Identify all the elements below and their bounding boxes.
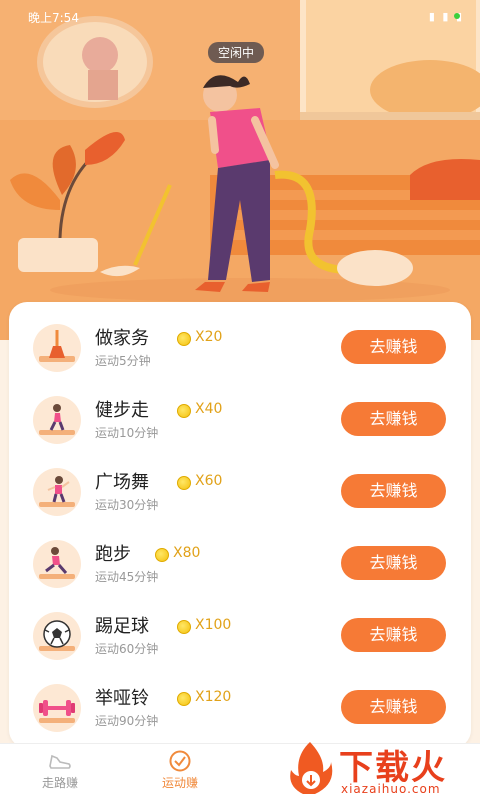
broom-icon — [33, 324, 81, 372]
task-row: 做家务 运动5分钟 X20 去赚钱 — [9, 312, 471, 384]
nav-tab-walk[interactable]: 走路赚 — [0, 744, 120, 800]
task-reward: X120 — [195, 689, 232, 705]
dumbbell-icon — [33, 684, 81, 732]
task-list-card: 做家务 运动5分钟 X20 去赚钱 健步走 运动10分钟 X40 去赚钱 广场舞… — [9, 302, 471, 748]
task-title: 跑步 — [95, 544, 131, 565]
task-row: 健步走 运动10分钟 X40 去赚钱 — [9, 384, 471, 456]
earn-button[interactable]: 去赚钱 — [341, 330, 446, 364]
task-reward: X60 — [195, 473, 223, 489]
task-row: 举哑铃 运动90分钟 X120 去赚钱 — [9, 672, 471, 744]
shoe-icon — [49, 754, 71, 769]
earn-button[interactable]: 去赚钱 — [341, 690, 446, 724]
task-title: 举哑铃 — [95, 688, 149, 709]
task-duration: 运动45分钟 — [95, 570, 159, 584]
nav-label: 运动赚 — [161, 776, 198, 790]
coin-icon — [155, 548, 169, 562]
task-row: 踢足球 运动60分钟 X100 去赚钱 — [9, 600, 471, 672]
battery-indicator — [454, 13, 460, 19]
task-reward: X80 — [173, 545, 201, 561]
nav-label: 走路赚 — [41, 776, 78, 790]
flame-logo-icon — [290, 742, 333, 794]
task-row: 跑步 运动45分钟 X80 去赚钱 — [9, 528, 471, 600]
task-title: 做家务 — [95, 328, 149, 349]
coin-icon — [177, 620, 191, 634]
task-duration: 运动5分钟 — [95, 354, 151, 368]
status-badge: 空闲中 — [208, 42, 265, 63]
earn-button[interactable]: 去赚钱 — [341, 474, 446, 508]
coin-icon — [177, 476, 191, 490]
watermark-url: xiazaihuo.com — [341, 782, 441, 796]
task-title: 广场舞 — [95, 472, 149, 493]
check-circle-icon — [169, 750, 191, 772]
nav-tab-exercise[interactable]: 运动赚 — [120, 744, 240, 800]
running-icon — [33, 540, 81, 588]
coin-icon — [177, 692, 191, 706]
earn-button[interactable]: 去赚钱 — [341, 546, 446, 580]
task-row: 广场舞 运动30分钟 X60 去赚钱 — [9, 456, 471, 528]
task-reward: X100 — [195, 617, 232, 633]
earn-button[interactable]: 去赚钱 — [341, 402, 446, 436]
watermark-logo: 下载火 xiazaihuo.com — [285, 740, 480, 800]
earn-button[interactable]: 去赚钱 — [341, 618, 446, 652]
task-duration: 运动90分钟 — [95, 714, 159, 728]
task-duration: 运动60分钟 — [95, 642, 159, 656]
coin-icon — [177, 332, 191, 346]
task-title: 踢足球 — [95, 616, 149, 637]
task-reward: X40 — [195, 401, 223, 417]
task-reward: X20 — [195, 329, 223, 345]
task-title: 健步走 — [95, 400, 149, 421]
walking-icon — [33, 396, 81, 444]
task-duration: 运动30分钟 — [95, 498, 159, 512]
task-duration: 运动10分钟 — [95, 426, 159, 440]
coin-icon — [177, 404, 191, 418]
hero-illustration: 晚上7:54 ▮ ▮ ▮ 空闲中 — [0, 0, 480, 340]
soccer-ball-icon — [33, 612, 81, 660]
dancing-icon — [33, 468, 81, 516]
status-time: 晚上7:54 — [28, 11, 79, 25]
